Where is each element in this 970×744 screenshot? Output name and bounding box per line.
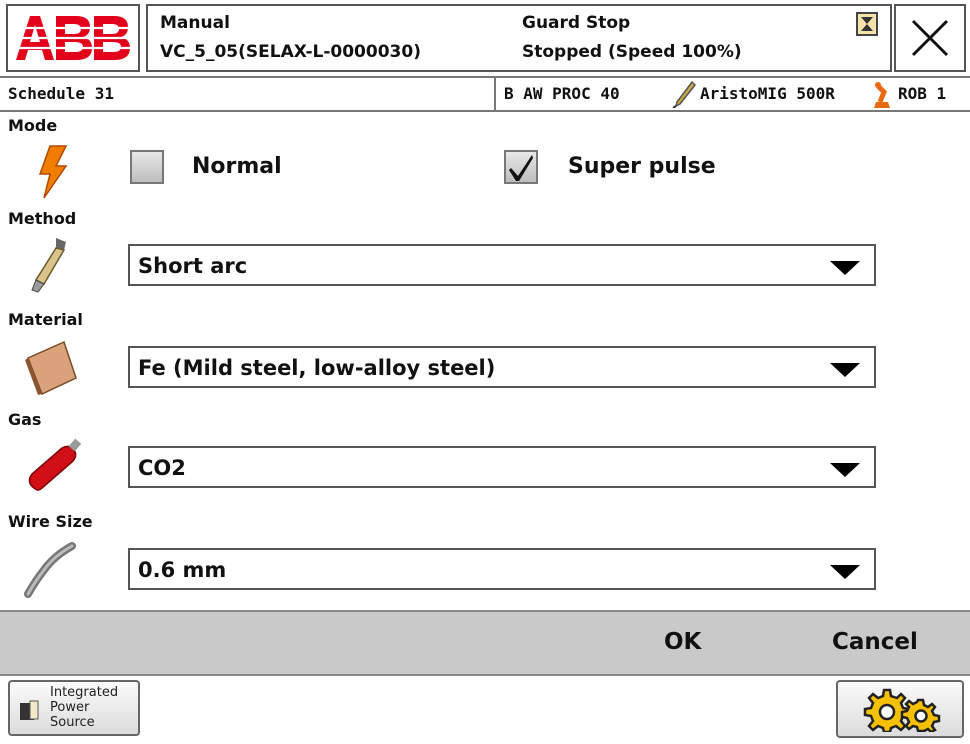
process-name[interactable]: B AW PROC 40 (504, 84, 620, 103)
abb-logo-mark (14, 16, 132, 60)
integrated-power-source-task-button[interactable]: Integrated Power Source (8, 680, 140, 736)
taskbar (0, 674, 970, 744)
operating-mode: Manual (160, 13, 230, 33)
quickset-button[interactable] (836, 680, 964, 738)
gas-label: Gas (8, 410, 42, 429)
wire-size-value: 0.6 mm (138, 558, 227, 582)
normal-checkbox[interactable] (130, 150, 164, 184)
run-status: Stopped (Speed 100%) (522, 42, 742, 62)
torch-icon (672, 80, 697, 109)
robot-icon (870, 80, 894, 110)
wire-size-select[interactable]: 0.6 mm (128, 548, 876, 590)
close-icon (911, 19, 949, 57)
wire-icon (22, 540, 82, 598)
power-source-icon (18, 700, 40, 722)
method-value: Short arc (138, 254, 248, 278)
guard-state: Guard Stop (522, 13, 631, 33)
mode-label: Mode (8, 116, 58, 135)
gas-select[interactable]: CO2 (128, 446, 876, 488)
robot-name[interactable]: ROB 1 (898, 84, 946, 103)
action-bar (0, 610, 970, 674)
gas-cylinder-icon (24, 438, 84, 492)
close-button[interactable] (894, 4, 966, 72)
gears-icon (863, 688, 941, 732)
welding-torch-icon (26, 236, 76, 294)
method-label: Method (8, 209, 77, 228)
checkmark-icon (509, 155, 533, 181)
wire-size-label: Wire Size (8, 512, 93, 531)
method-select[interactable]: Short arc (128, 244, 876, 286)
schedule-title: Schedule 31 (8, 84, 114, 103)
chevron-down-icon (830, 463, 860, 477)
material-plate-icon (24, 338, 80, 396)
ok-button[interactable]: OK (664, 629, 701, 655)
super-pulse-option-label[interactable]: Super pulse (568, 154, 716, 179)
normal-option-label[interactable]: Normal (192, 154, 282, 179)
chevron-down-icon (830, 363, 860, 377)
lightning-bolt-icon (36, 144, 70, 200)
divider (494, 78, 496, 110)
gas-value: CO2 (138, 456, 186, 480)
material-select[interactable]: Fe (Mild steel, low-alloy steel) (128, 346, 876, 388)
status-panel[interactable]: Manual VC_5_05(SELAX-L-0000030) Guard St… (146, 4, 892, 72)
super-pulse-checkbox[interactable] (504, 150, 538, 184)
power-source-name[interactable]: AristoMIG 500R (700, 84, 835, 103)
material-value: Fe (Mild steel, low-alloy steel) (138, 356, 496, 380)
task-label: Integrated Power Source (50, 685, 119, 730)
chevron-down-icon (830, 565, 860, 579)
material-label: Material (8, 310, 83, 329)
chevron-down-icon (830, 261, 860, 275)
cancel-button[interactable]: Cancel (832, 629, 918, 655)
operator-window-icon[interactable] (856, 12, 878, 36)
schedule-bar: Schedule 31 B AW PROC 40 AristoMIG 500R … (0, 76, 970, 112)
abb-logo[interactable] (6, 4, 140, 72)
controller-name: VC_5_05(SELAX-L-0000030) (160, 42, 421, 62)
